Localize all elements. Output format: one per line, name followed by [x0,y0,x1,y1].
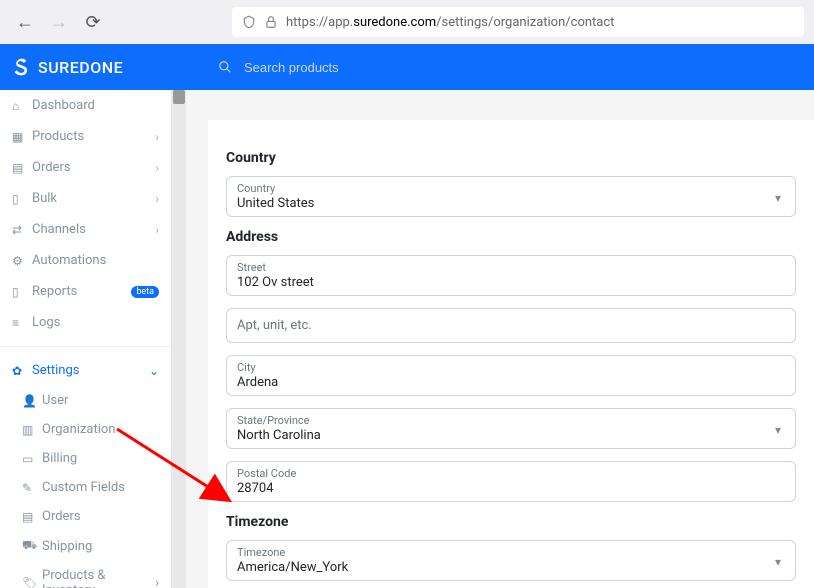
chevron-right-icon: › [155,576,159,588]
sidebar-item-dashboard[interactable]: ⌂Dashboard [0,90,171,121]
sidebar-item-label: Dashboard [32,98,159,113]
gear-icon: ✿ [12,364,32,378]
beta-badge: beta [131,286,159,298]
logo-icon [12,57,32,77]
clipboard-icon: ▤ [12,161,32,175]
sidebar: ⌂Dashboard▦Products›▤Orders›▯Bulk›⇄Chann… [0,90,172,588]
lock-icon [264,14,278,30]
truck-icon: ⛟ [22,538,42,554]
home-icon: ⌂ [12,99,32,113]
browser-toolbar: ← → ⟳ https://app.suredone.com/settings/… [0,0,814,44]
sidebar-item-label: Shipping [42,539,159,554]
search-icon [218,60,232,75]
chevron-right-icon: › [155,223,159,237]
content-panel: Country Country United States Address St… [208,120,814,588]
city-field[interactable]: City Ardena [226,355,796,396]
sidebar-item-logs[interactable]: ≡Logs [0,307,171,338]
search-input[interactable] [244,60,420,75]
back-button[interactable]: ← [10,7,40,37]
tags-icon: 🏷 [22,576,42,588]
field-value: 28704 [237,481,785,496]
chevron-right-icon: › [155,192,159,206]
sidebar-item-label: Organization [42,422,159,437]
url-text: https://app.suredone.com/settings/organi… [286,15,614,30]
clipboard-icon: ▤ [22,510,42,524]
field-label: City [237,361,785,374]
field-value: America/New_York [237,560,785,575]
robot-icon: ⚙ [12,254,32,268]
sidebar-item-products[interactable]: ▦Products› [0,121,171,152]
brand-name: SUREDONE [38,58,123,77]
postal-field[interactable]: Postal Code 28704 [226,461,796,502]
app-header: SUREDONE [0,44,814,90]
url-bar[interactable]: https://app.suredone.com/settings/organi… [232,7,804,37]
sidebar-item-label: Settings [32,363,149,378]
shield-icon [242,14,256,30]
section-timezone-title: Timezone [226,514,796,530]
field-value: United States [237,196,785,211]
chevron-right-icon: › [155,130,159,144]
list-icon: ≡ [12,316,32,330]
sidebar-item-label: Bulk [32,191,155,206]
brand-logo[interactable]: SUREDONE [0,57,188,77]
chevron-down-icon: ⌄ [149,364,159,378]
divider [0,346,171,347]
section-country-title: Country [226,150,796,166]
sidebar-settings[interactable]: ✿ Settings ⌄ [0,355,171,386]
sidebar-item-bulk[interactable]: ▯Bulk› [0,183,171,214]
file-icon: ▯ [12,285,32,299]
chevron-right-icon: › [155,161,159,175]
street-field[interactable]: Street 102 Ov street [226,255,796,296]
sidebar-item-label: Custom Fields [42,480,159,495]
exchange-icon: ⇄ [12,223,32,237]
sidebar-sub-custom-fields[interactable]: ✎Custom Fields [0,473,171,502]
sidebar-sub-user[interactable]: 👤User [0,386,171,415]
sidebar-sub-orders[interactable]: ▤Orders [0,502,171,531]
user-icon: 👤 [22,394,42,408]
timezone-select[interactable]: Timezone America/New_York [226,540,796,581]
field-value: 102 Ov street [237,275,785,290]
sidebar-item-channels[interactable]: ⇄Channels› [0,214,171,245]
sidebar-sub-billing[interactable]: ▭Billing [0,444,171,473]
field-label: Country [237,182,785,195]
field-value: Ardena [237,375,785,390]
sidebar-item-label: Automations [32,253,159,268]
sidebar-item-orders[interactable]: ▤Orders› [0,152,171,183]
sidebar-item-label: User [42,393,159,408]
sidebar-scrollbar[interactable] [172,90,186,588]
field-label: Street [237,261,785,274]
sidebar-item-label: Orders [42,509,159,524]
sidebar-item-label: Products & Inventory [42,568,155,588]
sidebar-item-label: Reports [32,284,127,299]
apt-field[interactable]: Apt, unit, etc. [226,308,796,343]
country-select[interactable]: Country United States [226,176,796,217]
field-label: Timezone [237,546,785,559]
sidebar-item-reports[interactable]: ▯Reports beta [0,276,171,307]
reload-button[interactable]: ⟳ [78,7,108,37]
sidebar-sub-organization[interactable]: ▥Organization [0,415,171,444]
forward-button[interactable]: → [44,7,74,37]
file-icon: ▯ [12,192,32,206]
building-icon: ▥ [22,423,42,437]
sidebar-sub-shipping[interactable]: ⛟Shipping [0,531,171,561]
sidebar-item-label: Logs [32,315,159,330]
sidebar-item-label: Channels [32,222,155,237]
cubes-icon: ▦ [12,130,32,144]
edit-icon: ✎ [22,481,42,495]
sidebar-item-automations[interactable]: ⚙Automations [0,245,171,276]
field-placeholder: Apt, unit, etc. [237,314,785,337]
field-value: North Carolina [237,428,785,443]
sidebar-item-label: Orders [32,160,155,175]
field-label: State/Province [237,414,785,427]
section-address-title: Address [226,229,796,245]
field-label: Postal Code [237,467,785,480]
state-select[interactable]: State/Province North Carolina [226,408,796,449]
sidebar-item-label: Products [32,129,155,144]
scroll-thumb[interactable] [173,90,185,104]
card-icon: ▭ [22,452,42,466]
sidebar-sub-products-inventory[interactable]: 🏷Products & Inventory› [0,561,171,588]
search-area [188,60,814,75]
sidebar-item-label: Billing [42,451,159,466]
